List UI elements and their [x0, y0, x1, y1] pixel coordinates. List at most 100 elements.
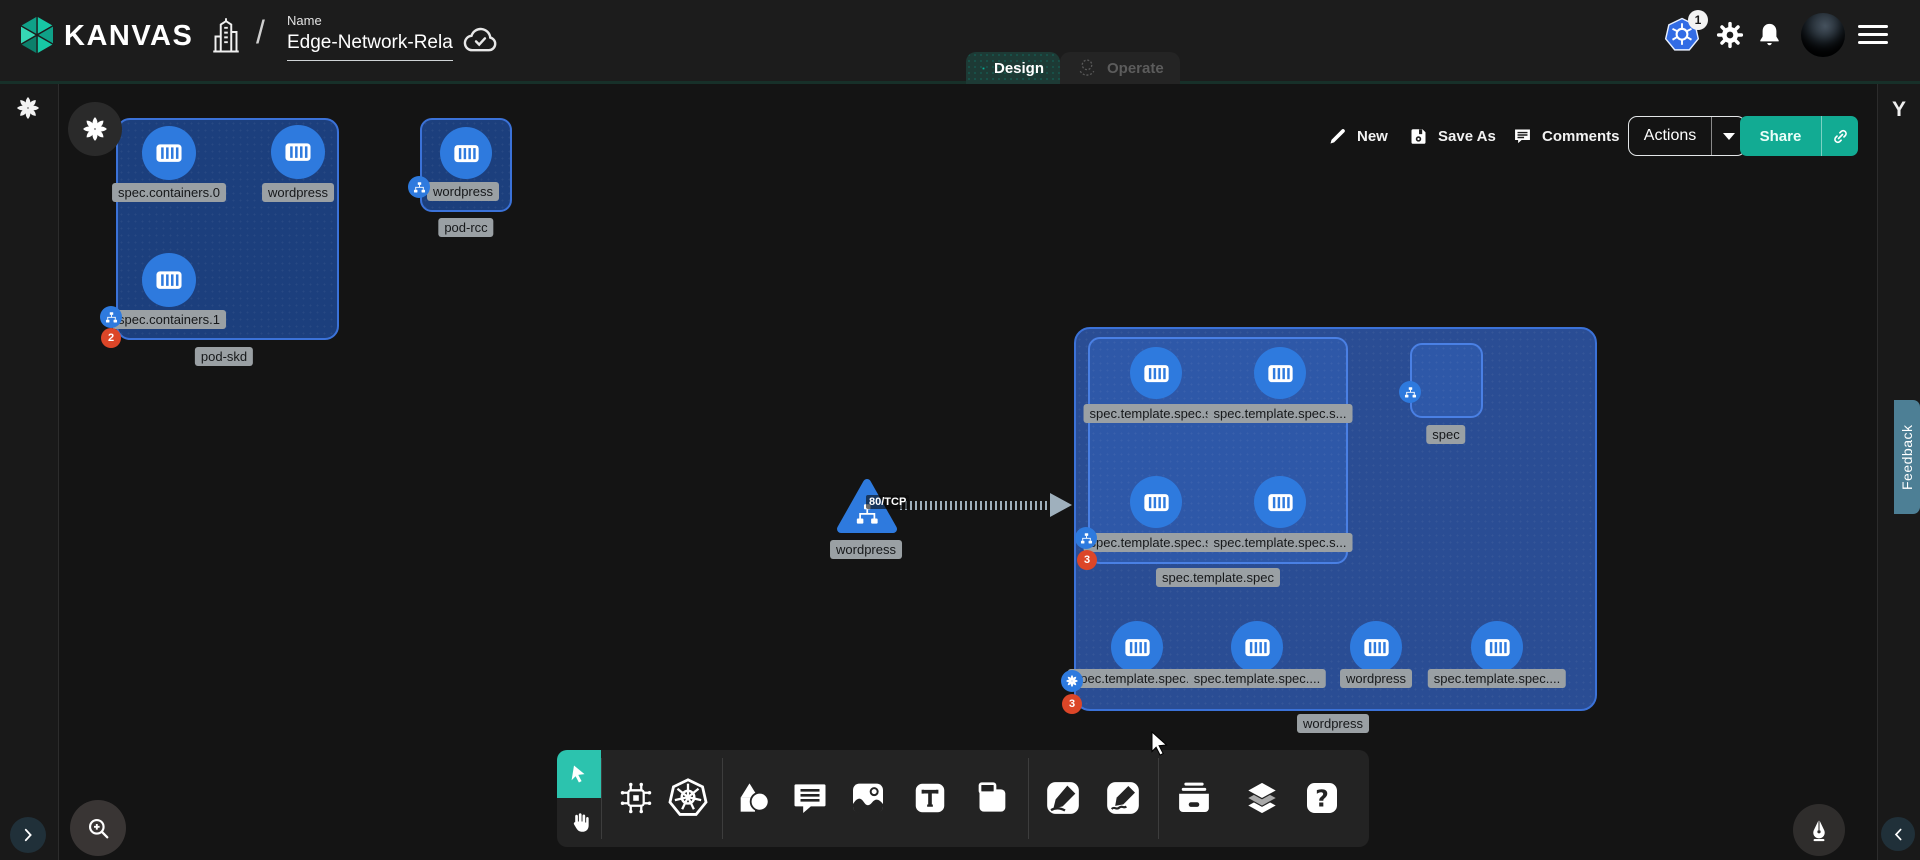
group-label: pod-rcc: [438, 218, 493, 237]
expand-right-panel-button[interactable]: [1881, 817, 1915, 851]
node-container[interactable]: [1231, 621, 1283, 673]
node-label: spec.template.spec.s...: [1208, 533, 1353, 552]
error-count-badge[interactable]: 3: [1062, 694, 1082, 714]
right-rail-logo: Y: [1878, 98, 1920, 122]
svg-text:?: ?: [1315, 784, 1329, 812]
zoom-button[interactable]: [70, 800, 126, 856]
error-count-badge[interactable]: 3: [1077, 550, 1097, 570]
text-icon: [911, 779, 949, 817]
building-icon[interactable]: [208, 15, 244, 55]
bell-icon[interactable]: [1755, 21, 1784, 50]
group-label: pod-skd: [195, 347, 253, 366]
kanvas-logo-icon: [14, 12, 60, 58]
error-count-badge[interactable]: 2: [101, 328, 121, 348]
tab-design[interactable]: Design: [966, 52, 1060, 84]
network-icon[interactable]: [100, 306, 122, 328]
share-button[interactable]: Share: [1740, 116, 1858, 156]
pencil-icon: [1328, 126, 1348, 146]
tool-pencil[interactable]: [1100, 775, 1146, 821]
expand-left-panel-button[interactable]: [10, 817, 46, 853]
cloud-sync-icon[interactable]: [460, 23, 500, 55]
brand-name: KANVAS: [64, 20, 193, 53]
actions-button-label: Actions: [1629, 117, 1711, 155]
node-container[interactable]: [1350, 621, 1402, 673]
comments-button-label: Comments: [1542, 128, 1620, 145]
actions-button[interactable]: Actions: [1628, 116, 1746, 156]
network-icon[interactable]: [1399, 381, 1421, 403]
operate-tab-icon: [1076, 57, 1098, 79]
k8s-context-count-badge[interactable]: 1: [1688, 10, 1708, 30]
network-icon[interactable]: [1075, 527, 1097, 549]
node-label: spec.template.spec....: [1428, 669, 1566, 688]
tool-help[interactable]: ?: [1299, 775, 1345, 821]
copy-link-button[interactable]: [1821, 116, 1858, 156]
canvas-settings-button[interactable]: [68, 102, 122, 156]
tool-select[interactable]: [557, 750, 601, 798]
meshery-node-icon[interactable]: [1061, 670, 1083, 692]
help-icon: ?: [1302, 778, 1342, 818]
comment-icon: [1512, 126, 1533, 147]
tool-text[interactable]: [907, 775, 953, 821]
node-container[interactable]: [440, 127, 492, 179]
tool-layers[interactable]: [1239, 775, 1285, 821]
cursor-tool-icon: [567, 762, 591, 786]
node-spec[interactable]: [1410, 343, 1483, 418]
node-container[interactable]: [1111, 621, 1163, 673]
node-label: spec.containers.0: [112, 183, 226, 202]
node-container[interactable]: [1254, 347, 1306, 399]
node-container[interactable]: [142, 253, 196, 307]
gear-icon[interactable]: [1714, 19, 1746, 51]
feedback-tab[interactable]: Feedback: [1894, 400, 1920, 514]
layers-icon: [1241, 777, 1283, 819]
node-label: wordpress: [1340, 669, 1412, 688]
node-label: spec.template.spec.s...: [1208, 404, 1353, 423]
tool-shapes[interactable]: [731, 775, 777, 821]
node-container[interactable]: [1254, 476, 1306, 528]
annotation-pen-button[interactable]: [1793, 804, 1845, 856]
tool-component[interactable]: [613, 775, 659, 821]
pen-draw-icon: [1043, 778, 1083, 818]
comments-button[interactable]: Comments: [1512, 116, 1620, 156]
node-container[interactable]: [271, 125, 325, 179]
save-as-button[interactable]: Save As: [1408, 116, 1496, 156]
node-container[interactable]: [1130, 476, 1182, 528]
share-button-label: Share: [1740, 116, 1821, 156]
link-icon: [1831, 127, 1850, 146]
tool-pan[interactable]: [557, 798, 601, 847]
container-icon: [1265, 487, 1296, 518]
tab-operate-label: Operate: [1107, 60, 1164, 77]
design-name-input[interactable]: [287, 30, 453, 61]
container-icon: [1122, 632, 1153, 663]
new-button[interactable]: New: [1328, 116, 1388, 156]
tool-note[interactable]: [969, 775, 1015, 821]
save-as-button-label: Save As: [1438, 128, 1496, 145]
flower-button-icon: [81, 115, 109, 143]
spinner-icon[interactable]: [15, 95, 41, 121]
tab-design-label: Design: [994, 60, 1044, 77]
group-label: spec.template.spec: [1156, 568, 1280, 587]
comment-bubble-icon: [790, 778, 830, 818]
tool-drawer[interactable]: [1171, 775, 1217, 821]
container-icon: [1141, 358, 1172, 389]
chevron-left-icon: [1890, 826, 1907, 843]
network-icon[interactable]: [408, 176, 430, 198]
avatar[interactable]: [1801, 13, 1845, 57]
group-spec-template-spec[interactable]: [1088, 337, 1348, 564]
tool-kubernetes[interactable]: [665, 775, 711, 821]
node-container[interactable]: [1130, 347, 1182, 399]
tab-operate[interactable]: Operate: [1060, 52, 1180, 84]
hamburger-icon[interactable]: [1858, 25, 1888, 49]
node-label: spec.template.spec....: [1188, 669, 1326, 688]
new-button-label: New: [1357, 128, 1388, 145]
node-container[interactable]: [142, 126, 196, 180]
container-icon: [1482, 632, 1513, 663]
container-icon: [1242, 632, 1273, 663]
node-label: wordpress: [262, 183, 334, 202]
edge-service-to-deployment[interactable]: [900, 501, 1052, 510]
tool-pen[interactable]: [1040, 775, 1086, 821]
container-icon: [282, 136, 314, 168]
tool-image[interactable]: [845, 775, 891, 821]
tool-comment[interactable]: [787, 775, 833, 821]
breadcrumb-separator: /: [256, 14, 265, 51]
node-container[interactable]: [1471, 621, 1523, 673]
